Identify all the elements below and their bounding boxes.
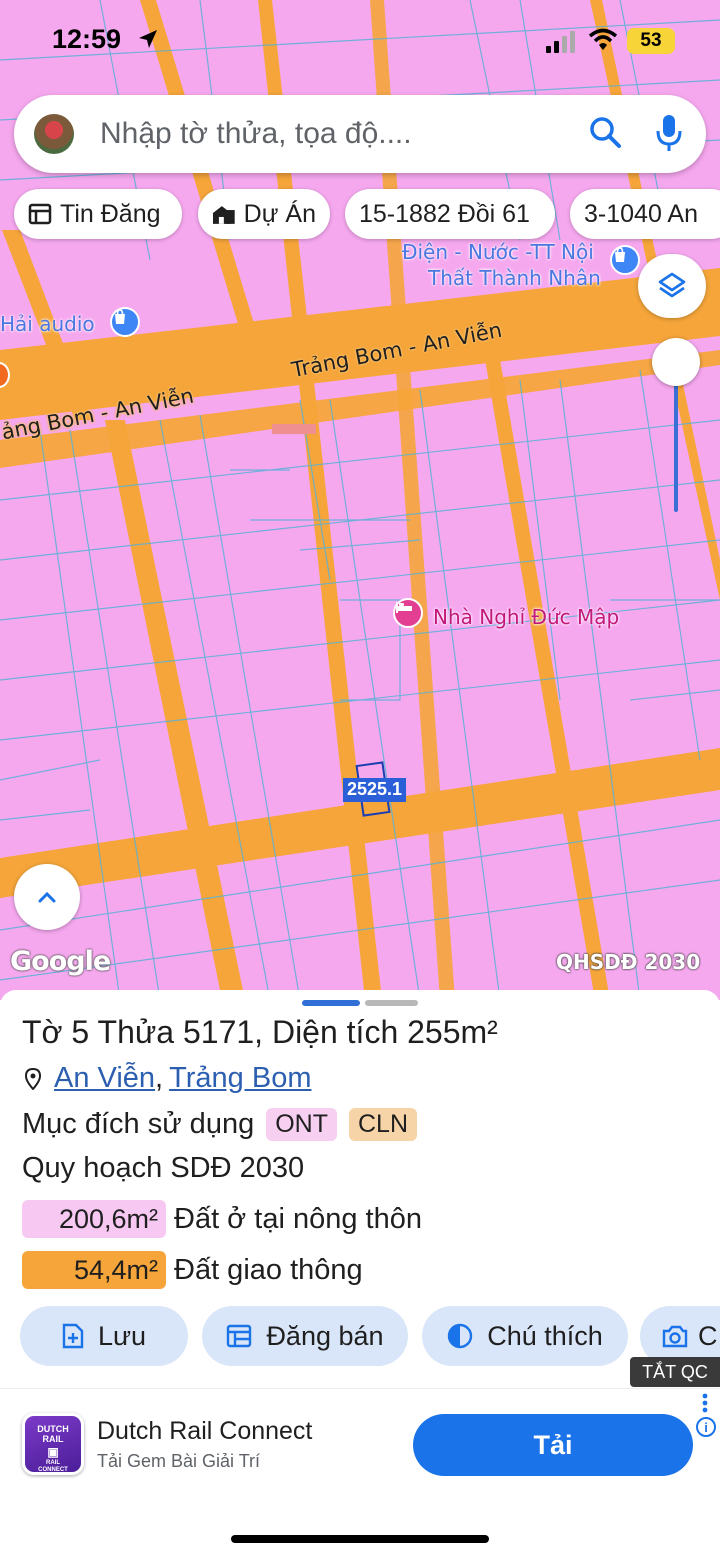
close-ad-button[interactable]: TẮT QC [630, 1357, 720, 1387]
poi-label-nha-nghi[interactable]: Nhà Nghỉ Đức Mập [433, 605, 619, 629]
chip-recent-plot-2[interactable]: 3-1040 An [570, 189, 720, 239]
chip-recent-plot-1[interactable]: 15-1882 Đồi 61 [345, 189, 555, 239]
listing-icon [28, 203, 52, 225]
title-mid: Thửa [97, 1014, 175, 1050]
status-bar: 12:59 53 [0, 0, 720, 84]
camera-add-icon [662, 1325, 688, 1348]
contrast-icon [448, 1323, 473, 1349]
map-pin-icon [24, 1067, 42, 1090]
ad-title[interactable]: Dutch Rail Connect [97, 1417, 312, 1446]
legend-button[interactable]: Chú thích [422, 1306, 628, 1366]
layer-name-label: QHSDĐ 2030 [556, 950, 701, 974]
chip-label: Dự Án [243, 199, 316, 228]
ad-app-icon[interactable]: DUTCH RAIL ▣ RAIL CONNECT [22, 1413, 84, 1475]
building-icon [212, 206, 235, 224]
plan-item-label: Đất giao thông [174, 1253, 363, 1286]
parcel-info-sheet[interactable]: Tờ 5 Thửa 5171, Diện tích 255m² An Viễn,… [0, 990, 720, 1390]
ad-banner[interactable]: DUTCH RAIL ▣ RAIL CONNECT Dutch Rail Con… [0, 1388, 720, 1500]
ward-link[interactable]: An Viễn [54, 1062, 155, 1095]
google-logo: Google [10, 946, 111, 977]
chevron-up-icon [38, 891, 56, 903]
search-icon[interactable] [588, 115, 624, 151]
plan-title: Quy hoạch SDĐ 2030 [22, 1152, 305, 1184]
ad-icon-text: DUTCH RAIL [37, 1424, 69, 1444]
parcel-number-label[interactable]: 2525.1 [343, 778, 407, 802]
layers-button[interactable] [638, 254, 706, 318]
status-time: 12:59 [52, 24, 122, 54]
parcel-area: 255m² [407, 1014, 498, 1050]
poi-label-hai-audio[interactable]: Hải audio [0, 312, 95, 336]
purpose-tag-cln[interactable]: CLN [348, 1108, 417, 1141]
plot-number: 5171 [182, 1014, 255, 1050]
chip-du-an[interactable]: Dự Án [198, 189, 330, 239]
legend-button-label: Chú thích [487, 1320, 603, 1351]
chip-label: 15-1882 Đồi 61 [359, 199, 530, 228]
cellular-signal-icon [546, 31, 575, 53]
home-indicator[interactable] [231, 1535, 489, 1543]
plan-item-label: Đất ở tại nông thôn [174, 1202, 422, 1235]
purpose-label: Mục đích sử dụng [22, 1108, 255, 1140]
post-for-sale-button[interactable]: Đăng bán [202, 1306, 408, 1366]
opacity-slider-thumb[interactable] [652, 338, 700, 386]
train-icon: ▣ [47, 1445, 59, 1459]
parcel-label-front: 25.1 [367, 779, 403, 799]
plan-item-area: 200,6m² [22, 1200, 166, 1238]
title-area-label: , Diện tích [254, 1014, 399, 1050]
plan-item-residential: 200,6m² Đất ở tại nông thôn [22, 1200, 422, 1238]
parcel-label-behind: 25 [347, 779, 368, 799]
hotel-bed-icon[interactable] [393, 598, 423, 628]
sheet-handle-inactive[interactable] [365, 1000, 418, 1006]
search-bar[interactable] [14, 95, 706, 173]
ad-download-button[interactable]: Tải [413, 1414, 693, 1476]
avatar[interactable] [34, 114, 74, 154]
microphone-icon[interactable] [656, 113, 682, 153]
poi-label-thanh-nhan[interactable]: Thất Thành Nhân [428, 266, 601, 290]
chip-tin-dang[interactable]: Tin Đăng [14, 189, 182, 239]
chip-label: 3-1040 An [584, 199, 698, 228]
district-link[interactable]: Trảng Bom [169, 1062, 311, 1095]
layers-icon [658, 272, 686, 298]
purpose-row: Mục đích sử dụng ONT CLN [22, 1108, 417, 1141]
location-arrow-icon [139, 30, 157, 48]
shopping-bag-icon[interactable] [610, 245, 640, 275]
plan-item-area: 54,4m² [22, 1251, 166, 1289]
ad-info-icon[interactable]: i [696, 1417, 716, 1437]
capture-button-label: C [698, 1320, 718, 1351]
poi-label-dien-nuoc[interactable]: Điện - Nước -TT Nội [402, 240, 594, 264]
chip-label: Tin Đăng [60, 199, 161, 228]
title-prefix: Tờ [22, 1014, 63, 1050]
ad-icon-subtext: RAIL CONNECT [38, 1460, 68, 1473]
ad-subtitle: Tải Gem Bài Giải Trí [97, 1451, 261, 1471]
wifi-icon [588, 28, 618, 50]
expand-sheet-button[interactable] [14, 864, 80, 930]
parcel-title: Tờ 5 Thửa 5171, Diện tích 255m² [22, 1014, 498, 1051]
save-button[interactable]: Lưu [20, 1306, 188, 1366]
sheet-number: 5 [71, 1014, 90, 1050]
comma-separator: , [155, 1062, 164, 1094]
add-document-icon [62, 1323, 84, 1349]
purpose-tag-ont[interactable]: ONT [266, 1108, 337, 1141]
sheet-handle-active[interactable] [302, 1000, 360, 1006]
location-row: An Viễn, Trảng Bom [24, 1062, 311, 1095]
more-vertical-icon[interactable] [700, 1393, 710, 1413]
battery-indicator: 53 [627, 28, 675, 54]
post-for-sale-label: Đăng bán [266, 1320, 384, 1351]
save-button-label: Lưu [97, 1320, 147, 1351]
listing-icon [227, 1324, 252, 1348]
search-input[interactable] [100, 111, 560, 157]
plan-item-traffic: 54,4m² Đất giao thông [22, 1251, 363, 1289]
shopping-bag-icon[interactable] [110, 307, 140, 337]
